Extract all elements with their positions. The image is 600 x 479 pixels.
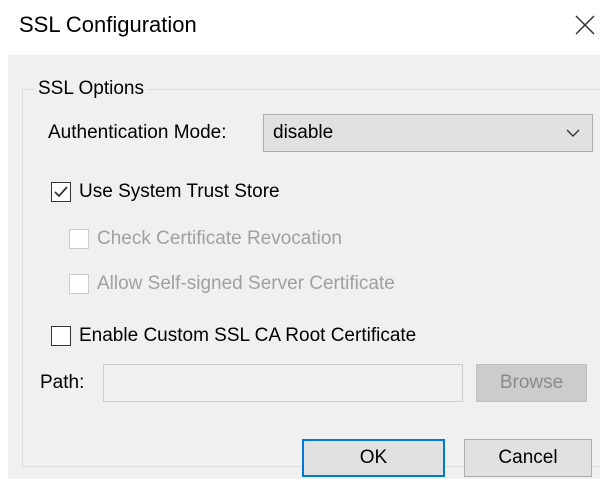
close-button[interactable] (570, 10, 600, 40)
browse-button[interactable]: Browse (476, 364, 587, 402)
check-certificate-revocation-checkbox[interactable] (69, 229, 89, 249)
close-icon (575, 15, 595, 35)
auth-mode-value: disable (273, 122, 334, 143)
enable-custom-ca-label[interactable]: Enable Custom SSL CA Root Certificate (79, 325, 416, 347)
chevron-down-icon (566, 129, 580, 137)
enable-custom-ca-checkbox[interactable] (51, 326, 71, 346)
allow-self-signed-checkbox[interactable] (69, 274, 89, 294)
ssl-options-legend: SSL Options (34, 78, 148, 100)
use-system-trust-store-checkbox[interactable] (51, 182, 71, 202)
cancel-button[interactable]: Cancel (464, 439, 592, 477)
path-input[interactable] (103, 364, 463, 402)
use-system-trust-store-label[interactable]: Use System Trust Store (79, 181, 280, 203)
title-bar: SSL Configuration (0, 0, 600, 50)
auth-mode-select[interactable]: disable (263, 114, 593, 152)
path-label: Path: (40, 372, 85, 393)
ok-button[interactable]: OK (302, 439, 445, 477)
checkmark-icon (54, 186, 68, 198)
dialog-title: SSL Configuration (19, 12, 197, 37)
auth-mode-label: Authentication Mode: (48, 122, 227, 143)
ssl-configuration-dialog: SSL Configuration SSL Options Authentica… (0, 0, 600, 479)
dialog-body: SSL Options Authentication Mode: disable… (8, 55, 600, 479)
allow-self-signed-label: Allow Self-signed Server Certificate (97, 273, 395, 294)
check-certificate-revocation-label: Check Certificate Revocation (97, 228, 342, 249)
